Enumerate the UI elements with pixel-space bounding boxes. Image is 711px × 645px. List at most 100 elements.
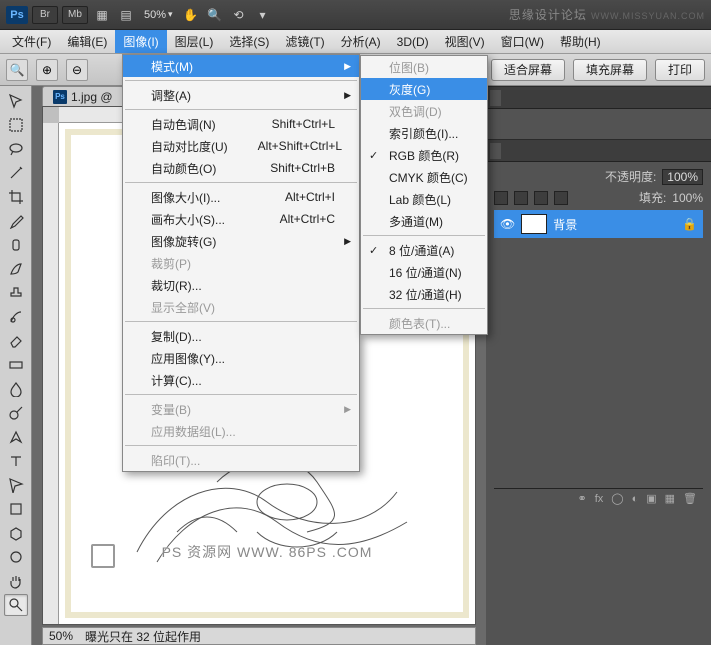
rotate-view-icon[interactable]: ⟲ [229,7,249,23]
menu-item-trap[interactable]: 陷印(T)... [123,449,359,471]
mode-32bit[interactable]: 32 位/通道(H) [361,283,487,305]
heal-tool[interactable] [4,234,28,256]
hand-icon[interactable]: ✋ [181,7,201,23]
mode-8bit[interactable]: ✓8 位/通道(A) [361,239,487,261]
arrange-icon[interactable]: ▤ [116,7,136,23]
menu-3d[interactable]: 3D(D) [389,32,437,52]
print-size-button[interactable]: 打印 [655,59,705,81]
mode-duotone[interactable]: 双色调(D) [361,100,487,122]
menu-analysis[interactable]: 分析(A) [333,30,389,53]
fill-value[interactable]: 100% [672,191,703,205]
menu-item-reveal-all[interactable]: 显示全部(V) [123,296,359,318]
zoom-out-icon[interactable]: ⊖ [66,59,88,81]
mode-color-table[interactable]: 颜色表(T)... [361,312,487,334]
brush-tool[interactable] [4,258,28,280]
panel-tab[interactable] [490,90,501,106]
menu-item-rotation[interactable]: 图像旋转(G)▶ [123,230,359,252]
adjustment-layer-icon[interactable]: ◐ [632,493,639,505]
gradient-tool[interactable] [4,354,28,376]
move-tool[interactable] [4,90,28,112]
crop-tool[interactable] [4,186,28,208]
menu-item-image-size[interactable]: 图像大小(I)...Alt+Ctrl+I [123,186,359,208]
3d-camera-tool[interactable] [4,546,28,568]
history-brush-tool[interactable] [4,306,28,328]
menu-item-trim[interactable]: 裁切(R)... [123,274,359,296]
menu-select[interactable]: 选择(S) [221,30,277,53]
layer-row-background[interactable]: 👁 背景 🔒 [494,210,703,238]
fx-icon[interactable]: fx [595,493,604,505]
lasso-tool[interactable] [4,138,28,160]
menu-item-auto-contrast[interactable]: 自动对比度(U)Alt+Shift+Ctrl+L [123,135,359,157]
lock-pixels-icon[interactable] [514,191,528,205]
document-tab[interactable]: Ps1.jpg @ [42,86,124,106]
hand-tool[interactable] [4,570,28,592]
menu-item-canvas-size[interactable]: 画布大小(S)...Alt+Ctrl+C [123,208,359,230]
menu-item-variables[interactable]: 变量(B)▶ [123,398,359,420]
screen-mode-icon[interactable]: ▦ [92,7,112,23]
menu-item-auto-color[interactable]: 自动颜色(O)Shift+Ctrl+B [123,157,359,179]
menu-file[interactable]: 文件(F) [4,30,59,53]
lock-transparent-icon[interactable] [494,191,508,205]
mask-icon[interactable]: ◯ [611,492,623,505]
extras-icon[interactable]: ▾ [253,7,273,23]
minibridge-button[interactable]: Mb [62,6,88,24]
menu-window[interactable]: 窗口(W) [493,30,552,53]
mode-lab[interactable]: Lab 颜色(L) [361,188,487,210]
visibility-icon[interactable]: 👁 [500,217,515,231]
zoom-icon[interactable]: 🔍 [205,7,225,23]
menu-item-apply-image[interactable]: 应用图像(Y)... [123,347,359,369]
lock-position-icon[interactable] [534,191,548,205]
menu-item-duplicate[interactable]: 复制(D)... [123,325,359,347]
menu-filter[interactable]: 滤镜(T) [277,30,332,53]
ruler-vertical[interactable] [43,123,59,624]
menu-view[interactable]: 视图(V) [437,30,493,53]
menu-item-crop[interactable]: 裁剪(P) [123,252,359,274]
layer-thumbnail[interactable] [521,214,547,234]
opacity-value[interactable]: 100% [662,169,703,185]
eraser-tool[interactable] [4,330,28,352]
layer-name[interactable]: 背景 [553,216,577,233]
status-zoom[interactable]: 50% [49,629,73,643]
blur-tool[interactable] [4,378,28,400]
bridge-button[interactable]: Br [32,6,58,24]
lock-all-icon[interactable] [554,191,568,205]
menu-item-adjustments[interactable]: 调整(A)▶ [123,84,359,106]
marquee-tool[interactable] [4,114,28,136]
new-layer-icon[interactable]: ▦ [665,492,675,505]
type-tool[interactable] [4,450,28,472]
zoom-level-dropdown[interactable]: 50% [144,9,173,21]
group-icon[interactable]: ▣ [646,492,656,505]
mode-indexed[interactable]: 索引颜色(I)... [361,122,487,144]
path-tool[interactable] [4,474,28,496]
mode-16bit[interactable]: 16 位/通道(N) [361,261,487,283]
eyedropper-tool[interactable] [4,210,28,232]
mode-bitmap[interactable]: 位图(B) [361,56,487,78]
menu-item-auto-tone[interactable]: 自动色调(N)Shift+Ctrl+L [123,113,359,135]
layers-tab[interactable] [490,143,501,159]
pen-tool[interactable] [4,426,28,448]
stamp-tool[interactable] [4,282,28,304]
mode-rgb[interactable]: ✓RGB 颜色(R) [361,144,487,166]
fit-screen-button[interactable]: 适合屏幕 [491,59,565,81]
mode-multichannel[interactable]: 多通道(M) [361,210,487,232]
menu-item-datasets[interactable]: 应用数据组(L)... [123,420,359,442]
menu-image[interactable]: 图像(I) [115,30,166,53]
menu-help[interactable]: 帮助(H) [552,30,609,53]
current-tool-icon[interactable]: 🔍 [6,59,28,81]
zoom-tool[interactable] [4,594,28,616]
wand-tool[interactable] [4,162,28,184]
trash-icon[interactable]: 🗑 [683,492,697,505]
fill-screen-button[interactable]: 填充屏幕 [573,59,647,81]
layers-footer: ⚭ fx ◯ ◐ ▣ ▦ 🗑 [494,488,703,508]
3d-tool[interactable] [4,522,28,544]
mode-cmyk[interactable]: CMYK 颜色(C) [361,166,487,188]
menu-layer[interactable]: 图层(L) [167,30,222,53]
menu-item-calculations[interactable]: 计算(C)... [123,369,359,391]
dodge-tool[interactable] [4,402,28,424]
zoom-in-icon[interactable]: ⊕ [36,59,58,81]
menu-item-mode[interactable]: 模式(M)▶ [123,55,359,77]
shape-tool[interactable] [4,498,28,520]
link-layers-icon[interactable]: ⚭ [577,492,586,505]
mode-grayscale[interactable]: 灰度(G) [361,78,487,100]
menu-edit[interactable]: 编辑(E) [59,30,115,53]
